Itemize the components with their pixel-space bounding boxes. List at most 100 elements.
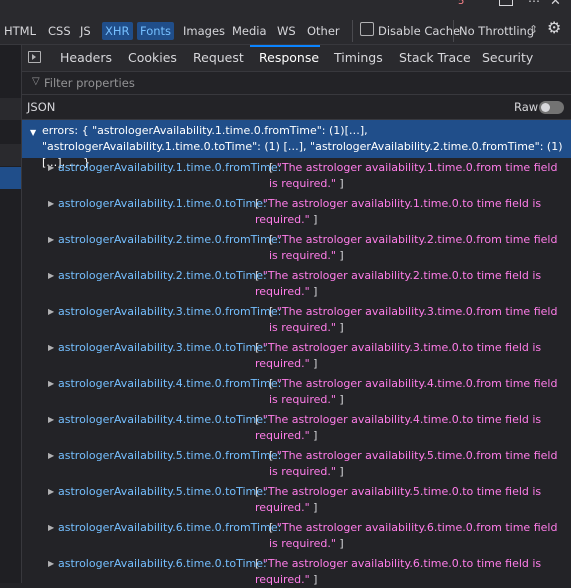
- json-string-value: "The astrologer availability.1.time.0.fr…: [269, 161, 558, 190]
- toolbar-divider: [352, 20, 353, 42]
- open-bracket: [: [269, 521, 277, 534]
- filter-css-button[interactable]: CSS: [48, 22, 71, 40]
- filter-html-button[interactable]: HTML: [4, 22, 36, 40]
- json-array-value: [ "The astrologer availability.2.time.0.…: [269, 232, 567, 264]
- request-row[interactable]: [0, 144, 21, 166]
- json-array-value: [ "The astrologer availability.3.time.0.…: [255, 340, 567, 372]
- json-key: astrologerAvailability.4.time.0.fromTime…: [58, 377, 282, 390]
- request-row[interactable]: [0, 98, 21, 120]
- expand-right-icon[interactable]: ▶: [48, 232, 54, 248]
- gear-icon[interactable]: ⚙: [547, 18, 561, 38]
- json-section-header: JSON Raw: [22, 95, 571, 120]
- filter-js-button[interactable]: JS: [80, 22, 91, 40]
- json-array-value: [ "The astrologer availability.4.time.0.…: [269, 376, 567, 408]
- expand-down-icon[interactable]: ▼: [30, 125, 36, 141]
- filter-other-button[interactable]: Other: [307, 22, 340, 40]
- close-bracket: ]: [335, 177, 344, 190]
- json-key: astrologerAvailability.2.time.0.toTime:: [58, 269, 267, 282]
- json-array-value: [ "The astrologer availability.5.time.0.…: [255, 484, 567, 516]
- expand-right-icon[interactable]: ▶: [48, 376, 54, 392]
- close-bracket: ]: [309, 429, 318, 442]
- disable-cache-checkbox[interactable]: [360, 22, 374, 36]
- toggle-sidebar-icon[interactable]: [28, 51, 41, 63]
- close-bracket: ]: [309, 573, 318, 586]
- filter-bar: ▽: [22, 72, 571, 95]
- open-bracket: [: [269, 305, 277, 318]
- open-bracket: [: [269, 449, 277, 462]
- open-bracket: [: [269, 377, 277, 390]
- disable-cache-label[interactable]: Disable Cache: [378, 22, 460, 40]
- open-bracket: [: [269, 233, 277, 246]
- tab-headers[interactable]: Headers: [60, 45, 112, 71]
- close-bracket: ]: [335, 249, 344, 262]
- json-key: astrologerAvailability.1.time.0.toTime:: [58, 197, 267, 210]
- close-icon[interactable]: ✕: [550, 0, 561, 9]
- expand-right-icon[interactable]: ▶: [48, 340, 54, 356]
- json-string-value: "The astrologer availability.2.time.0.to…: [255, 269, 542, 298]
- filter-images-button[interactable]: Images: [183, 22, 225, 40]
- tab-request[interactable]: Request: [193, 45, 244, 71]
- json-string-value: "The astrologer availability.2.time.0.fr…: [269, 233, 558, 262]
- json-key: astrologerAvailability.1.time.0.fromTime…: [58, 161, 282, 174]
- close-bracket: ]: [309, 357, 318, 370]
- details-tabbar: Headers Cookies Request Response Timings…: [22, 45, 571, 72]
- close-bracket: ]: [309, 213, 318, 226]
- filter-xhr-button[interactable]: XHR: [102, 22, 133, 40]
- filter-media-button[interactable]: Media: [232, 22, 267, 40]
- raw-toggle-label: Raw: [514, 100, 539, 114]
- open-bracket: [: [255, 197, 263, 210]
- json-string-value: "The astrologer availability.4.time.0.to…: [255, 413, 542, 442]
- expand-right-icon[interactable]: ▶: [48, 304, 54, 320]
- request-row-selected[interactable]: [0, 167, 21, 189]
- json-key: astrologerAvailability.3.time.0.toTime:: [58, 341, 267, 354]
- expand-right-icon[interactable]: ▶: [48, 484, 54, 500]
- json-key: astrologerAvailability.3.time.0.fromTime…: [58, 305, 282, 318]
- close-bracket: ]: [335, 537, 344, 550]
- expand-right-icon[interactable]: ▶: [48, 160, 54, 176]
- expand-right-icon[interactable]: ▶: [48, 268, 54, 284]
- tab-stack-trace[interactable]: Stack Trace: [399, 45, 471, 71]
- raw-toggle-switch[interactable]: [539, 101, 564, 114]
- filter-icon: ▽: [32, 76, 40, 87]
- expand-right-icon[interactable]: ▶: [48, 412, 54, 428]
- chevron-updown-icon[interactable]: ⇕: [529, 21, 538, 39]
- json-tree: ▼ errors: { "astrologerAvailability.1.ti…: [22, 120, 571, 586]
- open-bracket: [: [255, 269, 263, 282]
- toolbar-divider: [453, 20, 454, 42]
- json-array-value: [ "The astrologer availability.3.time.0.…: [269, 304, 567, 336]
- more-options-icon[interactable]: ⋯: [528, 0, 540, 8]
- json-array-value: [ "The astrologer availability.6.time.0.…: [269, 520, 567, 552]
- dock-side-icon[interactable]: [499, 0, 513, 6]
- expand-right-icon[interactable]: ▶: [48, 448, 54, 464]
- request-list: [0, 45, 22, 583]
- json-string-value: "The astrologer availability.3.time.0.fr…: [269, 305, 558, 334]
- json-key: astrologerAvailability.4.time.0.toTime:: [58, 413, 267, 426]
- json-string-value: "The astrologer availability.6.time.0.to…: [255, 557, 542, 586]
- expand-right-icon[interactable]: ▶: [48, 520, 54, 536]
- json-array-value: [ "The astrologer availability.1.time.0.…: [255, 196, 567, 228]
- toggle-knob: [541, 103, 550, 112]
- tab-cookies[interactable]: Cookies: [128, 45, 177, 71]
- network-toolbar: 5 ⋯ ✕ HTML CSS JS XHR Fonts Images Media…: [0, 0, 571, 45]
- open-bracket: [: [255, 341, 263, 354]
- close-bracket: ]: [335, 393, 344, 406]
- close-bracket: ]: [309, 501, 318, 514]
- json-array-value: [ "The astrologer availability.4.time.0.…: [255, 412, 567, 444]
- json-array-value: [ "The astrologer availability.5.time.0.…: [269, 448, 567, 480]
- json-root-row[interactable]: ▼ errors: { "astrologerAvailability.1.ti…: [22, 120, 571, 169]
- expand-right-icon[interactable]: ▶: [48, 556, 54, 572]
- json-label: JSON: [27, 100, 56, 114]
- json-array-value: [ "The astrologer availability.6.time.0.…: [255, 556, 567, 588]
- json-key: astrologerAvailability.5.time.0.toTime:: [58, 485, 267, 498]
- filter-fonts-button[interactable]: Fonts: [137, 22, 175, 40]
- tab-security[interactable]: Security: [482, 45, 533, 71]
- error-count-badge[interactable]: 5: [458, 0, 464, 7]
- open-bracket: [: [269, 161, 277, 174]
- tab-response[interactable]: Response: [259, 45, 319, 71]
- expand-right-icon[interactable]: ▶: [48, 196, 54, 212]
- json-string-value: "The astrologer availability.6.time.0.fr…: [269, 521, 558, 550]
- filter-ws-button[interactable]: WS: [277, 22, 296, 40]
- filter-properties-input[interactable]: [44, 74, 464, 92]
- throttling-select[interactable]: No Throttling: [459, 22, 534, 40]
- tab-timings[interactable]: Timings: [334, 45, 383, 71]
